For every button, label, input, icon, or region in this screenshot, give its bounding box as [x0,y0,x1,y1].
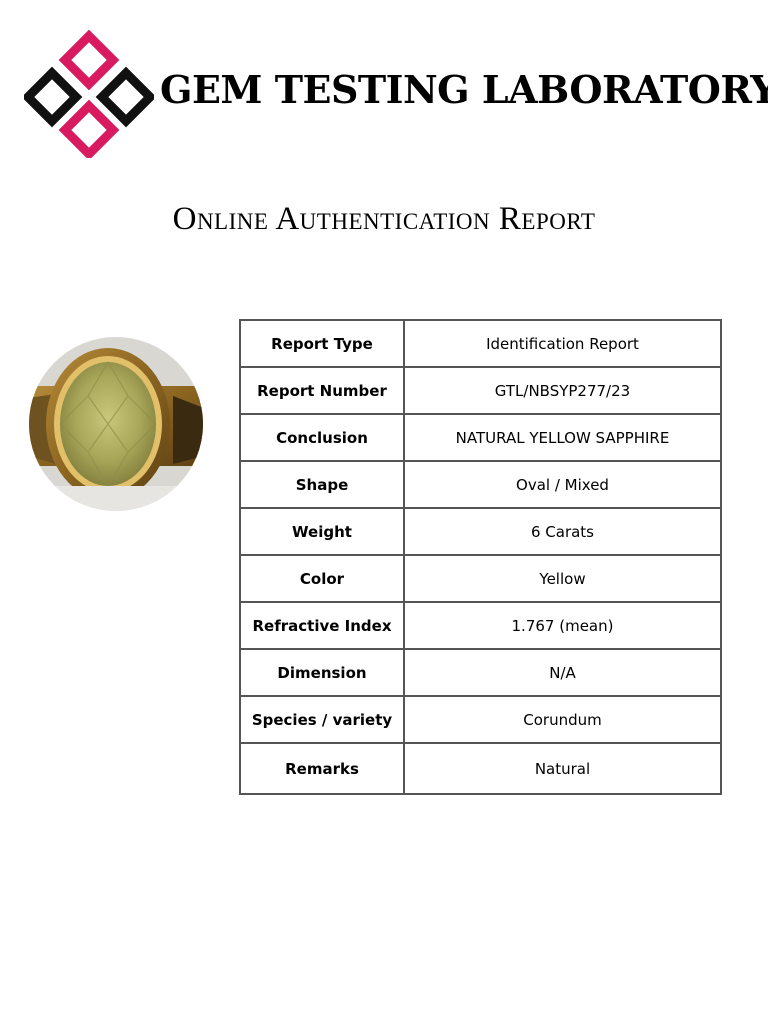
table-row: Conclusion NATURAL YELLOW SAPPHIRE [239,413,722,462]
table-row: Remarks Natural [239,742,722,795]
table-row: Color Yellow [239,554,722,603]
field-value: 6 Carats [403,507,722,556]
field-value: N/A [403,648,722,697]
table-row: Shape Oval / Mixed [239,460,722,509]
field-value: Yellow [403,554,722,603]
table-row: Report Number GTL/NBSYP277/23 [239,366,722,415]
table-row: Refractive Index 1.767 (mean) [239,601,722,650]
field-label: Conclusion [239,413,405,462]
field-value: Identification Report [403,319,722,368]
brand-name: GEM TESTING LABORATORY [160,67,768,112]
field-value: 1.767 (mean) [403,601,722,650]
field-value: Corundum [403,695,722,744]
field-label: Remarks [239,742,405,795]
field-label: Shape [239,460,405,509]
logo-diamond-bottom [58,99,120,158]
field-label: Refractive Index [239,601,405,650]
field-value: GTL/NBSYP277/23 [403,366,722,415]
ring-photo-icon [29,337,203,511]
field-label: Dimension [239,648,405,697]
lab-logo-icon [24,29,154,158]
field-label: Report Type [239,319,405,368]
field-value: Oval / Mixed [403,460,722,509]
table-row: Weight 6 Carats [239,507,722,556]
report-details-table: Report Type Identification Report Report N… [239,319,722,795]
field-value: Natural [403,742,722,795]
table-row: Species / variety Corundum [239,695,722,744]
field-label: Color [239,554,405,603]
logo-diamond-right [95,66,154,128]
logo-diamond-left [24,66,83,128]
field-value: NATURAL YELLOW SAPPHIRE [403,413,722,462]
field-label: Weight [239,507,405,556]
logo-diamond-top [58,29,120,91]
field-label: Species / variety [239,695,405,744]
field-label: Report Number [239,366,405,415]
table-row: Report Type Identification Report [239,319,722,368]
report-title: Online Authentication Report [172,201,596,237]
table-row: Dimension N/A [239,648,722,697]
